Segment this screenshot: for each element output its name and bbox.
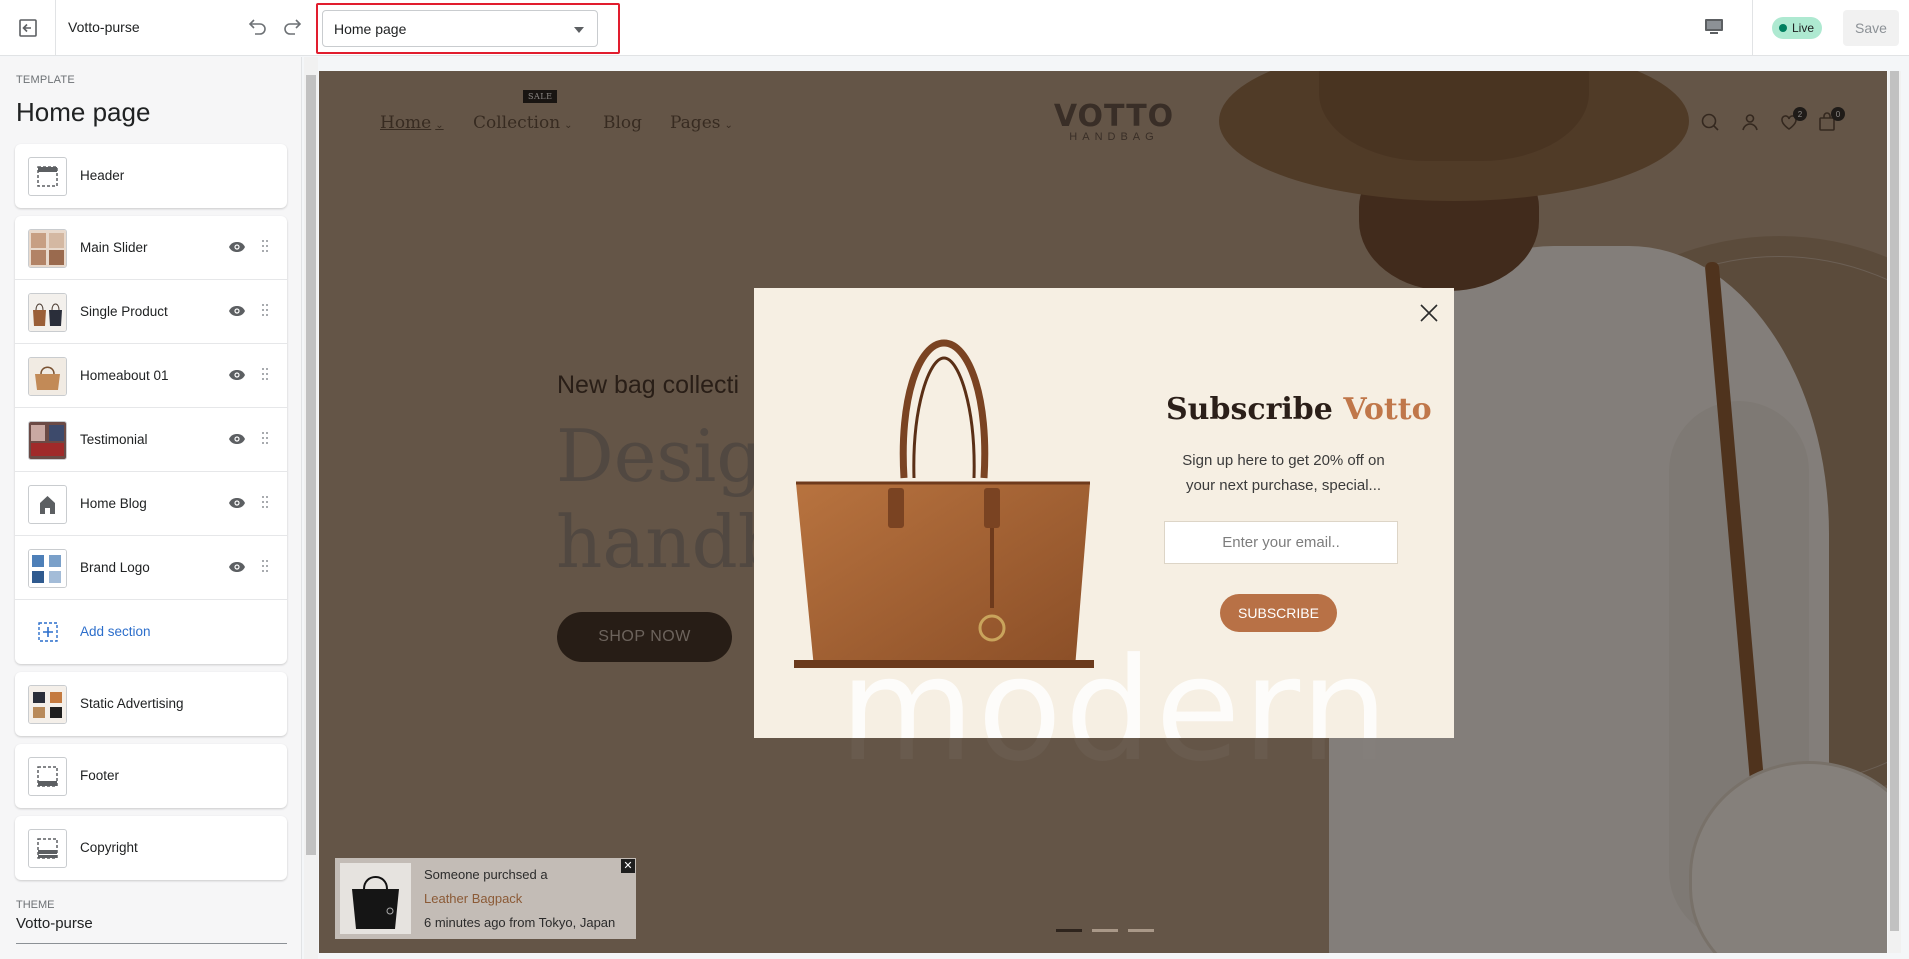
drag-handle-icon[interactable] (261, 495, 269, 509)
home-icon (28, 485, 67, 524)
section-item-homeabout[interactable]: Homeabout 01 (15, 344, 287, 408)
static-advertising-card: Static Advertising (15, 672, 287, 736)
preview-scrollbar-thumb[interactable] (306, 75, 316, 855)
section-label: Header (80, 168, 125, 183)
eye-icon[interactable] (228, 496, 246, 510)
section-label: Home Blog (80, 496, 147, 511)
exit-button[interactable] (0, 0, 56, 56)
store-name: Votto-purse (68, 19, 140, 35)
template-label: TEMPLATE (16, 74, 75, 86)
black-tote-image (340, 863, 411, 934)
template-title: Home page (16, 97, 151, 127)
desktop-icon (1705, 19, 1723, 34)
slider-dot[interactable] (1056, 929, 1082, 932)
subscribe-button[interactable]: SUBSCRIBE (1220, 594, 1337, 632)
exit-icon (18, 19, 37, 37)
drag-handle-icon[interactable] (261, 303, 269, 317)
section-label: Static Advertising (80, 696, 184, 711)
section-item-brand-logo[interactable]: Brand Logo (15, 536, 287, 600)
email-input[interactable]: Enter your email.. (1164, 521, 1398, 564)
tote-bag-image (794, 339, 1094, 668)
redo-button[interactable] (280, 14, 306, 40)
section-item-testimonial[interactable]: Testimonial (15, 408, 287, 472)
single-product-thumbnail (28, 293, 67, 332)
undo-button[interactable] (244, 14, 270, 40)
eye-icon[interactable] (228, 560, 246, 574)
topbar-divider (1752, 0, 1753, 56)
sections-sidebar: TEMPLATE Home page Header Main Slider Si… (0, 57, 302, 959)
add-section-button[interactable]: Add section (15, 600, 287, 664)
section-item-main-slider[interactable]: Main Slider (15, 216, 287, 280)
theme-divider (16, 943, 287, 944)
page-select[interactable]: Home page (322, 10, 598, 47)
preview-right-scrollbar-thumb[interactable] (1890, 71, 1899, 931)
drag-handle-icon[interactable] (261, 367, 269, 381)
slider-dot[interactable] (1092, 929, 1118, 932)
popup-title-accent: Votto (1343, 392, 1432, 427)
page-select-value: Home page (334, 20, 407, 37)
section-label: Single Product (80, 304, 168, 319)
save-button[interactable]: Save (1843, 10, 1899, 46)
popup-title-main: Subscribe (1166, 392, 1333, 427)
recent-purchase-toast: Someone purchsed a Leather Bagpack 6 min… (335, 858, 636, 939)
redo-icon (284, 19, 302, 35)
eye-icon[interactable] (228, 240, 246, 254)
live-label: Live (1792, 21, 1815, 35)
caret-down-icon (574, 27, 584, 33)
undo-icon (248, 19, 266, 35)
copyright-card: Copyright (15, 816, 287, 880)
main-slider-thumbnail (28, 229, 67, 268)
header-layout-icon (28, 157, 67, 196)
section-label: Footer (80, 768, 120, 783)
sections-card: Main Slider Single Product Homeabout 01 … (15, 216, 287, 664)
footer-layout-icon (28, 757, 67, 796)
header-card: Header (15, 144, 287, 208)
add-section-icon (38, 622, 58, 642)
section-label: Copyright (80, 840, 138, 855)
eye-icon[interactable] (228, 368, 246, 382)
section-item-header[interactable]: Header (15, 144, 287, 208)
popup-description: Sign up here to get 20% off on your next… (1182, 452, 1385, 494)
toast-close-icon[interactable]: ✕ (621, 859, 635, 873)
section-item-copyright[interactable]: Copyright (15, 816, 287, 880)
brand-logo-thumbnail (28, 549, 67, 588)
toast-product-link[interactable]: Leather Bagpack (424, 891, 522, 906)
drag-handle-icon[interactable] (261, 431, 269, 445)
live-badge: Live (1772, 17, 1823, 39)
storefront-preview: Home⌄ Collection⌄ SALE Blog Pages⌄ VOTTO… (319, 71, 1887, 953)
popup-title: Subscribe Votto (1166, 392, 1432, 427)
copyright-layout-icon (28, 829, 67, 868)
drag-handle-icon[interactable] (261, 559, 269, 573)
homeabout-thumbnail (28, 357, 67, 396)
section-label: Brand Logo (80, 560, 150, 575)
close-icon[interactable] (1418, 302, 1440, 324)
toast-time-location: 6 minutes ago from Tokyo, Japan (424, 915, 616, 930)
newsletter-popup: modern Subscribe Votto Sign up here to g… (754, 288, 1454, 738)
theme-label: THEME (16, 899, 55, 911)
theme-name: Votto-purse (16, 915, 93, 932)
eye-icon[interactable] (228, 304, 246, 318)
section-item-single-product[interactable]: Single Product (15, 280, 287, 344)
section-item-static-advertising[interactable]: Static Advertising (15, 672, 287, 736)
eye-icon[interactable] (228, 432, 246, 446)
slider-pagination (1056, 929, 1154, 932)
section-item-home-blog[interactable]: Home Blog (15, 472, 287, 536)
static-advertising-thumbnail (28, 685, 67, 724)
section-label: Homeabout 01 (80, 368, 169, 383)
testimonial-thumbnail (28, 421, 67, 460)
toast-message: Someone purchsed a (424, 867, 548, 882)
editor-topbar: Votto-purse Home page Live Save (0, 0, 1909, 56)
add-section-label: Add section (80, 624, 151, 639)
drag-handle-icon[interactable] (261, 239, 269, 253)
device-toggle-button[interactable] (1702, 15, 1726, 39)
footer-card: Footer (15, 744, 287, 808)
live-dot-icon (1779, 24, 1787, 32)
section-label: Main Slider (80, 240, 148, 255)
slider-dot[interactable] (1128, 929, 1154, 932)
section-item-footer[interactable]: Footer (15, 744, 287, 808)
section-label: Testimonial (80, 432, 148, 447)
